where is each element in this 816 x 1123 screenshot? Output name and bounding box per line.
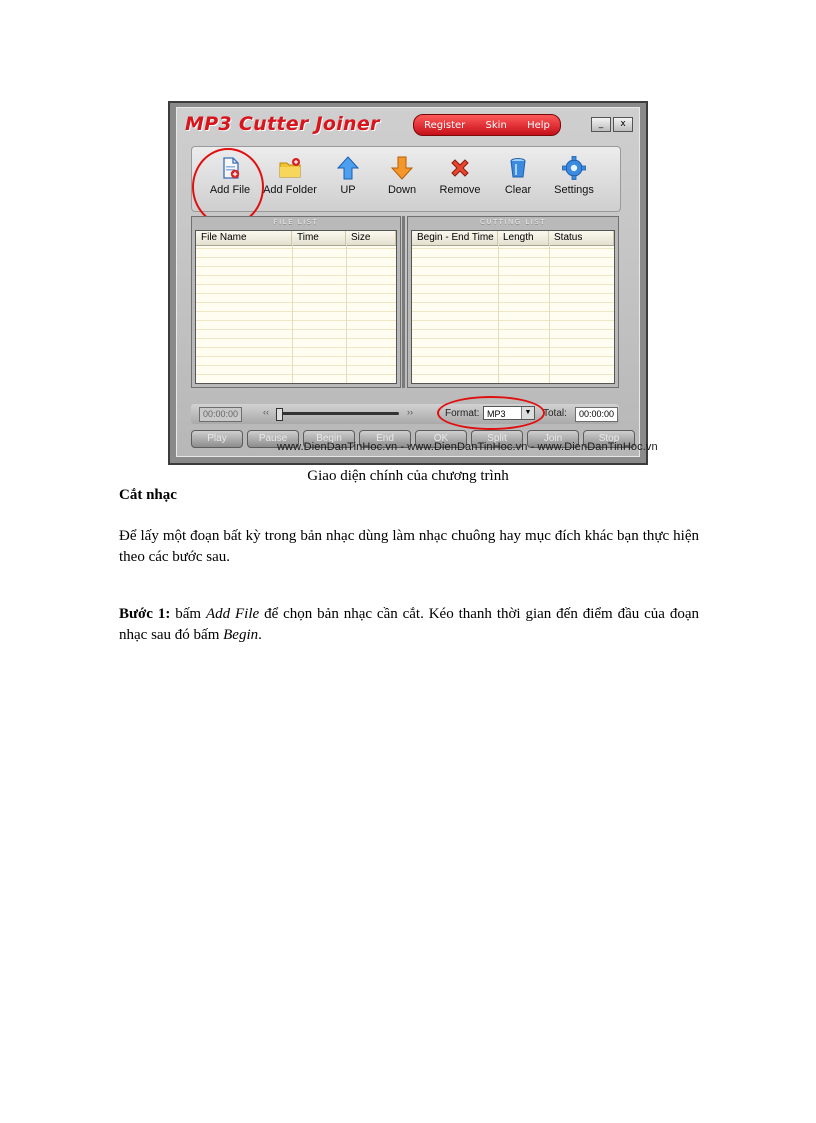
file-list-caption: FILE LIST — [273, 218, 319, 226]
step-text: bấm — [170, 606, 206, 622]
paragraph-step-1: Bước 1: bấm Add File để chọn bản nhạc cầ… — [119, 604, 699, 646]
menu-register[interactable]: Register — [424, 120, 465, 131]
panel-divider[interactable] — [402, 216, 405, 388]
column-time[interactable]: Time — [292, 231, 346, 245]
status-bar: 00:00:00 ‹‹ ›› Format: MP3 ▼ Total: 00:0… — [191, 396, 619, 430]
clear-label: Clear — [504, 184, 532, 196]
step-emphasis: Add File — [205, 606, 260, 622]
cutting-list-caption: CUTTING LIST — [479, 218, 547, 226]
down-label: Down — [387, 184, 417, 196]
up-button[interactable]: UP — [318, 155, 378, 196]
highlight-circle-add-file — [192, 148, 264, 226]
add-folder-label: Add Folder — [263, 184, 317, 196]
file-list-header: File Name Time Size — [196, 231, 396, 246]
menu-skin[interactable]: Skin — [486, 120, 507, 131]
total-time: 00:00:00 — [575, 407, 619, 422]
current-time: 00:00:00 — [199, 407, 243, 422]
step-emphasis: Begin — [223, 627, 259, 643]
down-button[interactable]: Down — [372, 155, 432, 196]
gear-icon — [562, 156, 586, 180]
file-list-grid[interactable]: File Name Time Size — [195, 230, 397, 384]
up-label: UP — [340, 184, 356, 196]
arrow-down-icon — [390, 156, 414, 180]
column-divider — [292, 245, 293, 383]
folder-icon — [279, 158, 301, 178]
column-file-name[interactable]: File Name — [196, 231, 292, 245]
cutting-list-panel: CUTTING LIST Begin - End Time Length Sta… — [407, 216, 619, 388]
column-begin-end-time[interactable]: Begin - End Time — [412, 231, 498, 245]
column-divider — [549, 245, 550, 383]
seek-thumb[interactable] — [276, 408, 283, 421]
window-controls: _ x — [591, 117, 633, 132]
step-label: Bước 1: — [119, 606, 171, 622]
settings-button[interactable]: Settings — [544, 155, 604, 196]
remove-button[interactable]: Remove — [430, 155, 490, 196]
settings-label: Settings — [554, 184, 594, 196]
seek-track[interactable] — [277, 412, 399, 415]
menu-bar: Register Skin Help — [413, 114, 561, 136]
column-divider — [346, 245, 347, 383]
step-text: . — [258, 627, 262, 643]
app-window: MP3 Cutter Joiner Register Skin Help _ x — [176, 107, 658, 457]
column-size[interactable]: Size — [346, 231, 396, 245]
clear-button[interactable]: Clear — [488, 155, 548, 196]
cutting-list-grid[interactable]: Begin - End Time Length Status — [411, 230, 615, 384]
highlight-circle-format — [437, 396, 545, 430]
minimize-button[interactable]: _ — [591, 117, 611, 132]
title-bar: MP3 Cutter Joiner Register Skin Help _ x — [177, 108, 639, 142]
add-folder-button[interactable]: Add Folder — [260, 155, 320, 196]
watermark: www.DienDanTinHoc.vn - www.DienDanTinHoc… — [277, 441, 658, 453]
remove-icon — [451, 159, 469, 177]
column-divider — [498, 245, 499, 383]
file-list-panel: FILE LIST File Name Time Size — [191, 216, 401, 388]
section-heading: Cắt nhạc — [119, 487, 177, 503]
figure-caption: Giao diện chính của chương trình — [307, 468, 509, 484]
close-button[interactable]: x — [613, 117, 633, 132]
total-label: Total: — [543, 408, 567, 419]
forward-icon[interactable]: ›› — [407, 407, 413, 417]
app-screenshot: MP3 Cutter Joiner Register Skin Help _ x — [168, 101, 658, 465]
app-title: MP3 Cutter Joiner — [185, 113, 380, 135]
cutting-list-header: Begin - End Time Length Status — [412, 231, 614, 246]
seek-bar[interactable]: ‹‹ ›› — [263, 407, 413, 421]
rewind-icon[interactable]: ‹‹ — [263, 407, 269, 417]
paragraph-intro: Để lấy một đoạn bất kỳ trong bản nhạc dù… — [119, 528, 699, 565]
clear-icon — [510, 158, 526, 178]
playback-buttons: Play Pause Begin End OK Split Join Stop … — [191, 430, 658, 453]
column-status[interactable]: Status — [549, 231, 614, 245]
menu-help[interactable]: Help — [527, 120, 550, 131]
column-length[interactable]: Length — [498, 231, 549, 245]
arrow-up-icon — [336, 156, 360, 180]
play-button[interactable]: Play — [191, 430, 243, 448]
toolbar: Add File Add Folder UP Down Remove Clear… — [191, 146, 621, 226]
remove-label: Remove — [439, 184, 481, 196]
